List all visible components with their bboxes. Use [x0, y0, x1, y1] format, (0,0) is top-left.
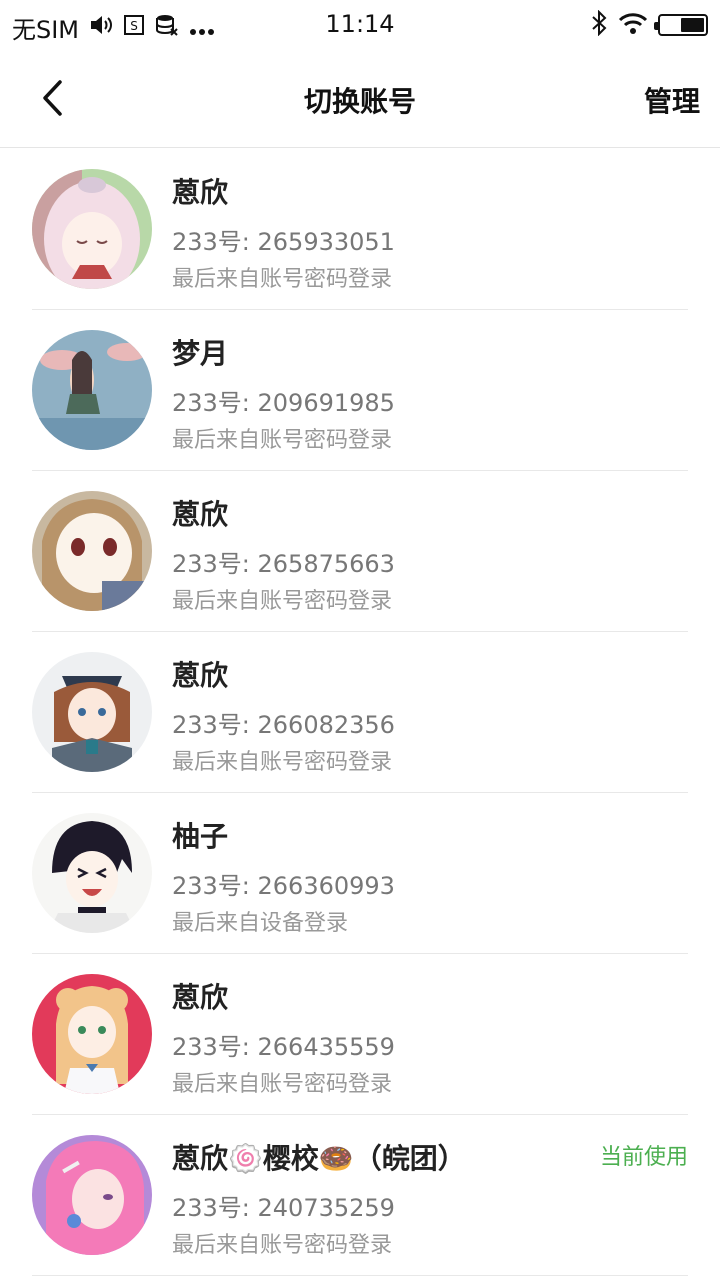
account-id: 233号: 266435559 [172, 1033, 395, 1061]
account-row[interactable]: 蒽欣 233号: 265875663 最后来自账号密码登录 [0, 471, 720, 632]
wifi-icon [618, 12, 648, 38]
account-id: 233号: 265933051 [172, 228, 395, 256]
avatar [32, 491, 152, 611]
avatar [32, 974, 152, 1094]
avatar [32, 1135, 152, 1255]
account-row[interactable]: 梦月 233号: 209691985 最后来自账号密码登录 [0, 310, 720, 471]
account-list: 蒽欣 233号: 265933051 最后来自账号密码登录 梦月 233号: 2… [0, 149, 720, 1276]
row-divider [32, 1275, 688, 1276]
account-row[interactable]: 蒽欣 233号: 266435559 最后来自账号密码登录 [0, 954, 720, 1115]
account-id: 233号: 265875663 [172, 550, 395, 578]
account-name: 梦月 [172, 337, 229, 370]
login-method: 最后来自账号密码登录 [172, 750, 393, 775]
account-name: 蒽欣 [172, 498, 229, 531]
status-bar: 无SIM S 11:14 [0, 0, 720, 50]
account-name: 蒽欣 [172, 659, 229, 692]
battery-icon [654, 14, 708, 36]
account-name: 蒽欣🍥樱校🍩（皖团） [172, 1142, 466, 1175]
manage-button[interactable]: 管理 [644, 80, 700, 120]
bluetooth-icon [590, 9, 608, 40]
account-id: 233号: 266360993 [172, 872, 395, 900]
account-row[interactable]: 蒽欣 233号: 266082356 最后来自账号密码登录 [0, 632, 720, 793]
current-account-badge: 当前使用 [599, 1145, 688, 1170]
page-title: 切换账号 [303, 85, 416, 118]
account-name: 蒽欣 [172, 981, 229, 1014]
login-method: 最后来自账号密码登录 [172, 1072, 393, 1097]
avatar [32, 330, 152, 450]
account-name: 柚子 [172, 820, 229, 853]
avatar [32, 813, 152, 933]
login-method: 最后来自账号密码登录 [172, 267, 393, 292]
battery-fill [681, 18, 704, 32]
avatar [32, 652, 152, 772]
account-row-current[interactable]: 蒽欣🍥樱校🍩（皖团） 当前使用 233号: 240735259 最后来自账号密码… [0, 1115, 720, 1276]
account-id: 233号: 209691985 [172, 389, 395, 417]
account-row[interactable]: 蒽欣 233号: 265933051 最后来自账号密码登录 [0, 149, 720, 310]
account-row[interactable]: 柚子 233号: 266360993 最后来自设备登录 [0, 793, 720, 954]
login-method: 最后来自账号密码登录 [172, 1233, 393, 1258]
status-right [590, 9, 708, 40]
account-id: 233号: 266082356 [172, 711, 395, 739]
account-id: 233号: 240735259 [172, 1194, 395, 1222]
account-name: 蒽欣 [172, 176, 229, 209]
login-method: 最后来自账号密码登录 [172, 589, 393, 614]
nav-bar: 切换账号 管理 [0, 50, 720, 148]
avatar [32, 169, 152, 289]
login-method: 最后来自账号密码登录 [172, 428, 393, 453]
login-method: 最后来自设备登录 [172, 911, 349, 936]
